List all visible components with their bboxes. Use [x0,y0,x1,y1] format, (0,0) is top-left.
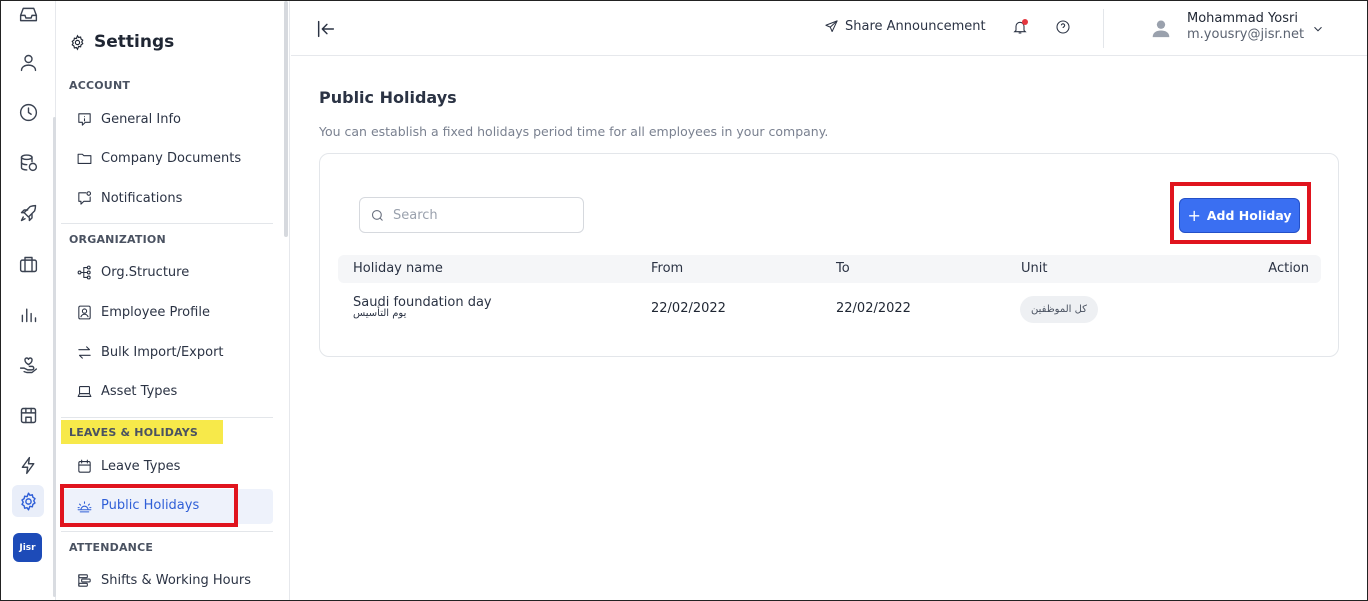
nav-org-structure[interactable]: Org.Structure [76,261,189,283]
holiday-to-date: 22/02/2022 [836,301,911,316]
page-description: You can establish a fixed holidays perio… [319,124,829,139]
nav-label: General Info [101,111,181,127]
nav-general-info[interactable]: General Info [76,108,181,130]
plus-icon: + [1187,205,1201,225]
app-rail: Jisr [1,1,56,600]
nav-shifts-working-hours[interactable]: Shifts & Working Hours [76,569,251,591]
section-leaves-holidays: LEAVES & HOLIDAYS [61,420,224,444]
divider [61,223,273,224]
profile-card-icon [78,305,91,319]
column-header-action: Action [1268,261,1309,276]
column-header-from: From [651,261,684,276]
hand-heart-icon[interactable] [15,352,41,378]
nav-notifications[interactable]: Notifications [76,187,182,209]
section-account: ACCOUNT [69,79,131,92]
add-holiday-label: Add Holiday [1206,208,1292,223]
header-divider [1103,9,1104,48]
table-row[interactable]: Saudi foundation day يوم التأسيس 22/02/2… [338,292,1321,332]
nav-leave-types[interactable]: Leave Types [76,455,180,477]
column-header-to: To [836,261,850,276]
chevron-down-icon[interactable] [1311,21,1325,35]
settings-title: Settings [69,32,174,52]
folder-icon [77,153,92,164]
top-bar: Share Announcement Mohammad Yosri m.yous… [291,1,1367,56]
briefcase-icon[interactable] [15,251,41,277]
table-header: Holiday name From To Unit Action [338,255,1321,283]
nav-label: Org.Structure [101,264,190,280]
payroll-icon[interactable] [15,149,41,175]
unit-badge: كل الموظفين [1020,296,1098,323]
rocket-icon[interactable] [15,200,41,226]
settings-title-label: Settings [94,32,175,52]
nav-company-documents[interactable]: Company Documents [76,147,241,169]
search-box[interactable] [359,197,584,233]
nav-label: Bulk Import/Export [101,344,224,360]
divider [61,417,273,418]
send-icon [825,20,838,32]
nav-label: Leave Types [101,458,181,474]
user-avatar-icon[interactable] [1151,18,1171,38]
notification-message-icon [78,190,92,205]
settings-sidebar: Settings ACCOUNT General Info Company Do… [56,1,290,600]
gear-icon[interactable] [12,485,44,517]
swap-arrows-icon [78,345,91,359]
page-title: Public Holidays [319,88,457,107]
nav-asset-types[interactable]: Asset Types [76,380,177,402]
nav-label: Employee Profile [101,304,210,320]
laptop-icon [77,385,92,397]
annotation-highlight-box [60,484,238,527]
help-button[interactable] [1055,19,1073,37]
nav-label: Notifications [101,190,183,206]
notifications-button[interactable] [1012,19,1030,37]
holiday-name-arabic: يوم التأسيس [353,308,407,319]
sidebar-scrollbar[interactable] [284,1,288,237]
bolt-icon[interactable] [15,452,41,478]
holiday-from-date: 22/02/2022 [651,301,726,316]
nav-label: Asset Types [101,383,178,399]
shifts-icon [78,573,91,587]
user-email: m.yousry@jisr.net [1187,27,1305,42]
section-attendance: ATTENDANCE [69,541,154,554]
nav-employee-profile[interactable]: Employee Profile [76,301,210,323]
share-announcement-label: Share Announcement [845,19,986,34]
collapse-sidebar-icon[interactable] [315,18,337,40]
help-icon [1056,20,1070,34]
chart-icon[interactable] [15,301,41,327]
inbox-icon[interactable] [15,1,41,27]
store-icon[interactable] [15,402,41,428]
org-structure-icon [77,265,91,279]
section-organization: ORGANIZATION [69,233,166,246]
divider [61,531,273,532]
nav-label: Shifts & Working Hours [101,572,251,588]
info-message-icon [78,112,91,126]
share-announcement-button[interactable]: Share Announcement [824,19,986,34]
holidays-card: + Add Holiday Holiday name From To Unit … [319,153,1339,357]
calendar-icon [78,459,91,473]
column-header-holiday-name: Holiday name [353,261,443,276]
notification-dot [1022,19,1028,25]
user-name[interactable]: Mohammad Yosri [1187,11,1298,26]
search-icon [371,209,383,221]
column-header-unit: Unit [1021,261,1048,276]
nav-bulk-import-export[interactable]: Bulk Import/Export [76,341,224,363]
gear-icon [71,34,84,50]
add-holiday-button[interactable]: + Add Holiday [1179,198,1300,233]
person-icon[interactable] [15,49,41,75]
nav-label: Company Documents [101,150,242,166]
search-input[interactable] [393,207,573,223]
clock-icon[interactable] [15,99,41,125]
jisr-logo[interactable]: Jisr [13,533,42,562]
